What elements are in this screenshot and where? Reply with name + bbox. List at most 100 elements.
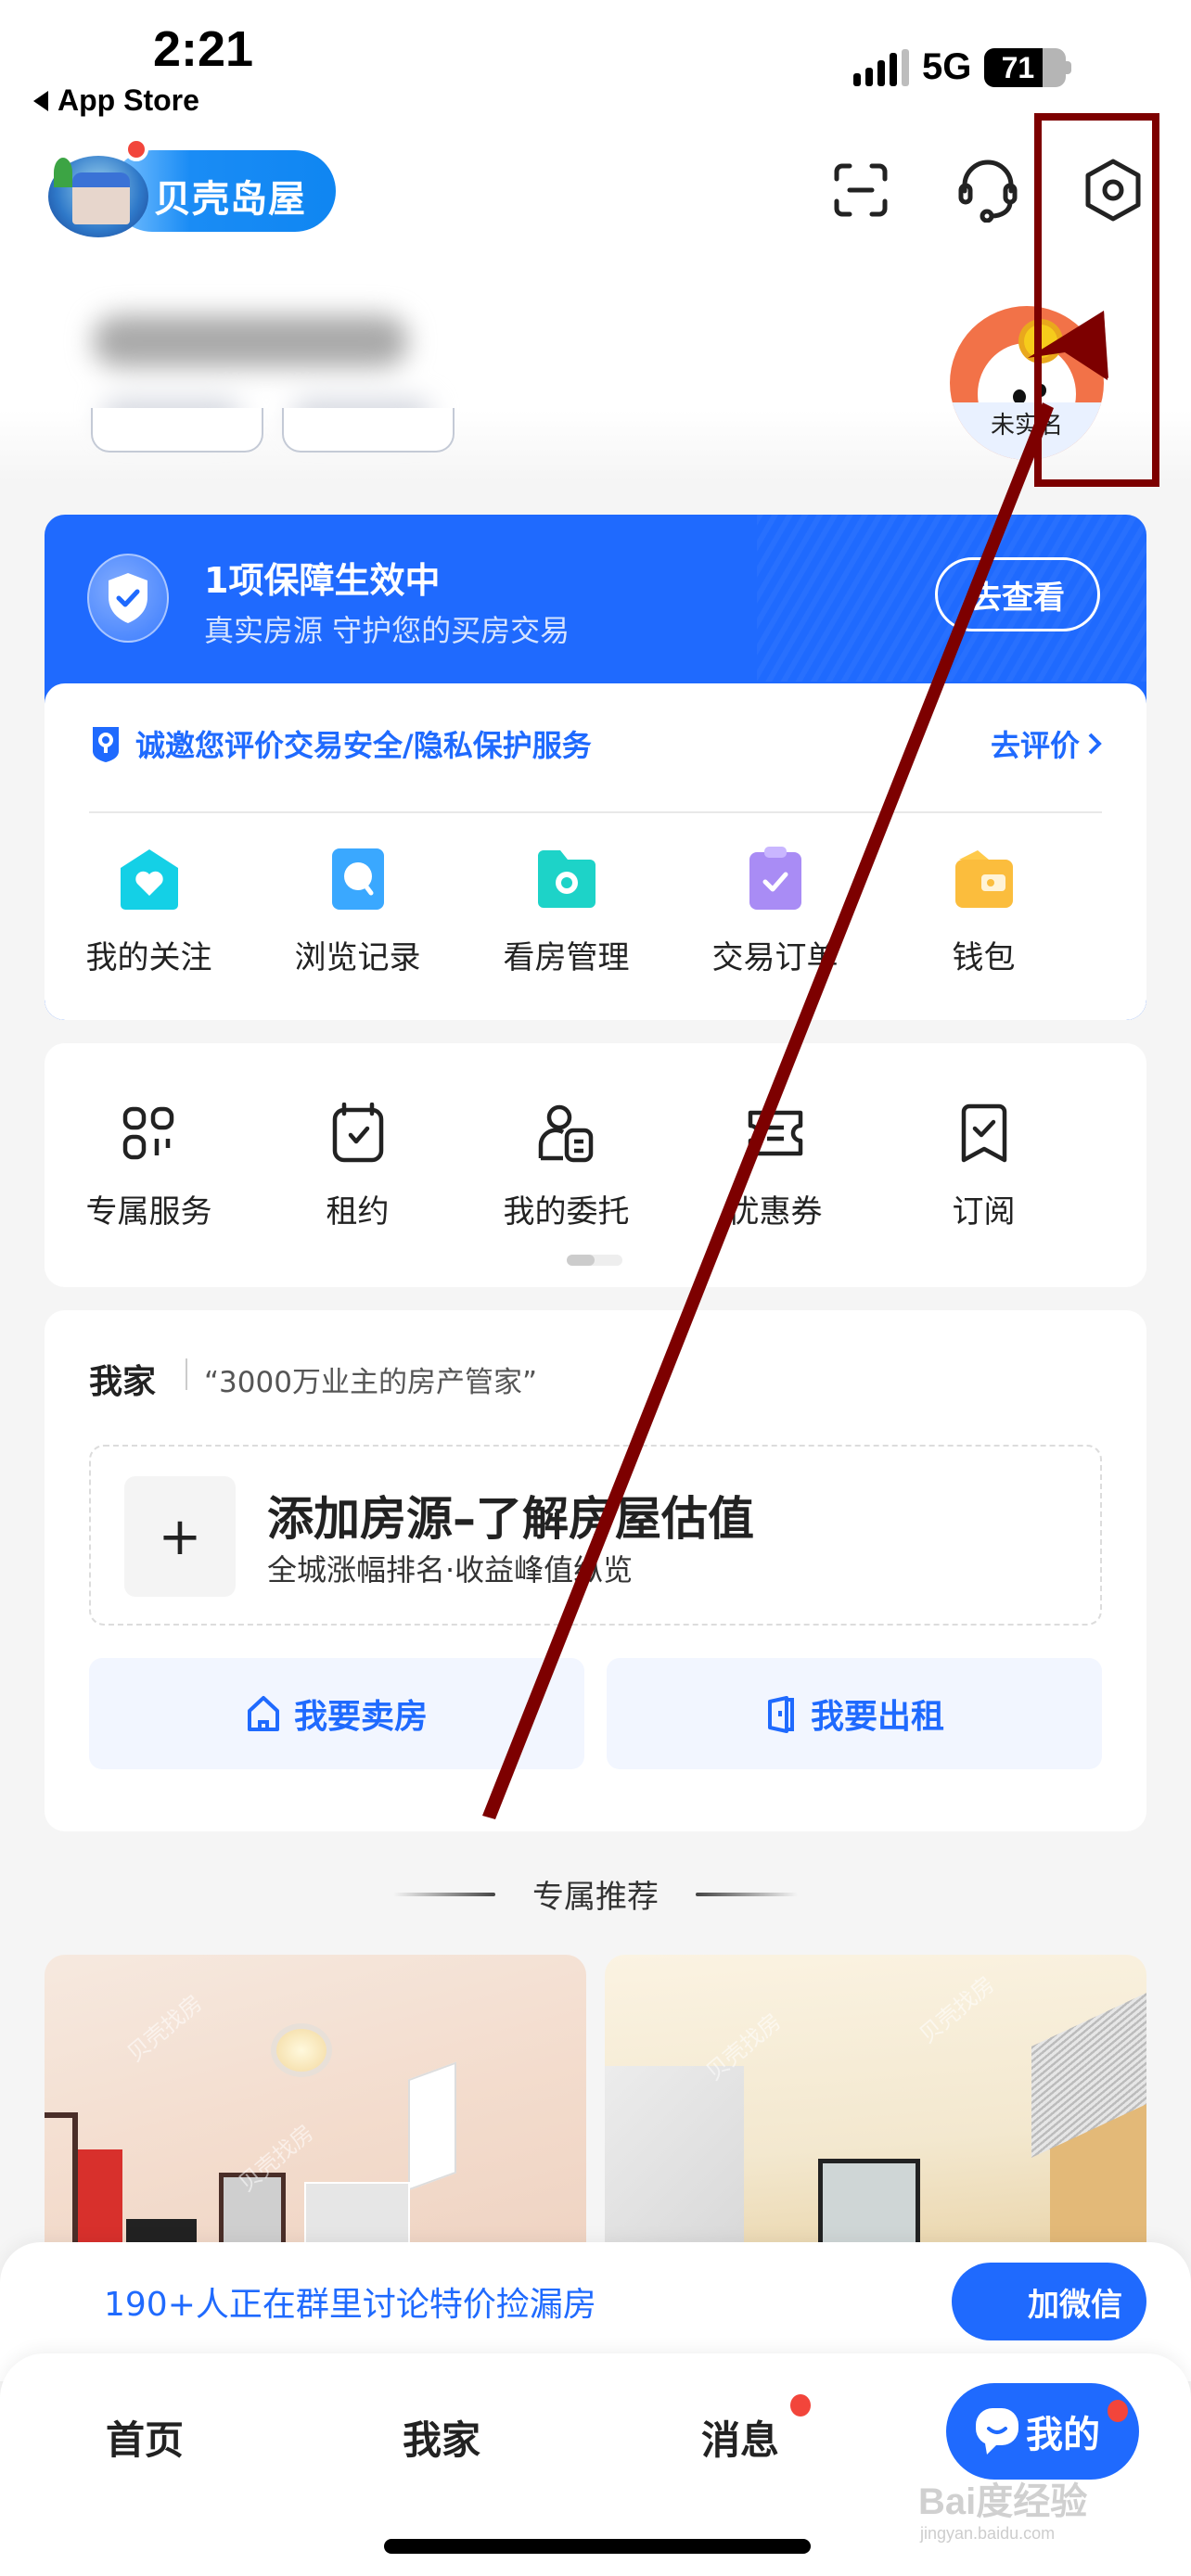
mascot-icon bbox=[976, 2408, 1018, 2455]
sell-house-label: 我要卖房 bbox=[293, 1698, 428, 1736]
tab-mine[interactable]: 我的 bbox=[946, 2383, 1139, 2480]
app-logo-badge[interactable]: 贝壳岛屋 bbox=[46, 128, 336, 239]
add-property-title: 添加房源–了解房屋估值 bbox=[267, 1492, 754, 1546]
sell-house-button[interactable]: 我要卖房 bbox=[89, 1658, 584, 1769]
recommend-header: 专属推荐 bbox=[0, 1871, 1191, 1917]
bookmark-check-icon bbox=[952, 1101, 1017, 1166]
rating-invite-text: 诚邀您评价交易安全/隐私保护服务 bbox=[135, 728, 592, 763]
wallet-icon bbox=[952, 847, 1017, 912]
service-subscribe[interactable]: 订阅 bbox=[879, 1101, 1088, 1231]
decor-line bbox=[393, 1892, 495, 1896]
service-exclusive[interactable]: 专属服务 bbox=[45, 1101, 253, 1231]
annotation-highlight-box bbox=[1034, 113, 1159, 487]
shortcut-viewing[interactable]: 看房管理 bbox=[462, 847, 671, 977]
recommend-title: 专属推荐 bbox=[532, 1879, 659, 1916]
shortcuts-panel: 诚邀您评价交易安全/隐私保护服务 去评价 我的关注 浏览记录 看房管理 交易订单… bbox=[45, 683, 1146, 1020]
profile-tag-1[interactable] bbox=[91, 408, 263, 453]
status-time: 2:21 bbox=[153, 21, 254, 77]
island-house-icon bbox=[48, 156, 148, 237]
services-grid: 专属服务 租约 我的委托 优惠券 订阅 bbox=[45, 1101, 1146, 1231]
tab-messages[interactable]: 消息 bbox=[701, 2409, 779, 2466]
rate-link-label: 去评价 bbox=[990, 728, 1080, 763]
shortcut-label: 浏览记录 bbox=[294, 939, 421, 976]
rent-out-button[interactable]: 我要出租 bbox=[607, 1658, 1102, 1769]
back-to-app-store[interactable]: App Store bbox=[33, 83, 199, 118]
services-card: 专属服务 租约 我的委托 优惠券 订阅 bbox=[45, 1043, 1146, 1287]
baidu-watermark-url: jingyan.baidu.com bbox=[920, 2524, 1056, 2543]
banner-text: 190+人正在群里讨论特价捡漏房 bbox=[104, 2286, 596, 2324]
service-entrust[interactable]: 我的委托 bbox=[462, 1101, 671, 1231]
door-frame bbox=[45, 2112, 78, 2261]
battery-icon: 71 bbox=[984, 47, 1072, 87]
person-doc-icon bbox=[534, 1101, 599, 1166]
shortcut-label: 我的关注 bbox=[85, 939, 212, 976]
service-label: 租约 bbox=[326, 1193, 390, 1231]
rate-link[interactable]: 去评价 bbox=[991, 722, 1102, 765]
listing-photo-1[interactable]: 贝壳找房 贝壳找房 bbox=[45, 1955, 586, 2261]
baidu-watermark: Bai度经验 bbox=[918, 2481, 1088, 2522]
service-lease[interactable]: 租约 bbox=[253, 1101, 462, 1231]
scan-icon bbox=[834, 163, 888, 217]
title-separator bbox=[186, 1358, 187, 1390]
heart-house-icon bbox=[117, 847, 182, 912]
back-triangle-icon bbox=[33, 90, 48, 111]
rating-invite-row[interactable]: 诚邀您评价交易安全/隐私保护服务 去评价 bbox=[89, 719, 1102, 769]
add-property-box[interactable]: + 添加房源–了解房屋估值 全城涨幅排名·收益峰值纵览 bbox=[89, 1445, 1102, 1626]
ticket-icon bbox=[743, 1101, 808, 1166]
scan-button[interactable] bbox=[828, 158, 893, 223]
service-label: 专属服务 bbox=[85, 1193, 212, 1231]
add-wechat-button[interactable]: 加微信 bbox=[952, 2263, 1146, 2340]
network-type: 5G bbox=[922, 46, 972, 87]
shortcut-label: 钱包 bbox=[952, 939, 1016, 976]
guarantee-title: 1项保障生效中 bbox=[204, 560, 441, 601]
listing-photo-2[interactable]: 贝壳找房 贝壳找房 bbox=[605, 1955, 1146, 2261]
search-history-icon bbox=[326, 847, 391, 912]
mine-badge bbox=[1108, 2400, 1128, 2422]
headset-icon bbox=[958, 159, 1018, 223]
location-shield-icon bbox=[93, 727, 119, 762]
tab-home[interactable]: 首页 bbox=[106, 2409, 184, 2466]
back-label: App Store bbox=[58, 83, 199, 117]
battery-percent: 71 bbox=[1001, 50, 1035, 84]
tab-my-home[interactable]: 我家 bbox=[403, 2409, 480, 2466]
home-indicator bbox=[384, 2539, 811, 2554]
service-coupons[interactable]: 优惠券 bbox=[671, 1101, 879, 1231]
rent-out-label: 我要出租 bbox=[810, 1698, 944, 1736]
air-conditioner bbox=[408, 2061, 456, 2191]
shortcut-history[interactable]: 浏览记录 bbox=[253, 847, 462, 977]
chevron-right-icon bbox=[1088, 733, 1102, 755]
customer-service-button[interactable] bbox=[955, 158, 1020, 223]
divider bbox=[89, 811, 1102, 813]
shortcut-wallet[interactable]: 钱包 bbox=[879, 847, 1088, 977]
profile-tag-2[interactable] bbox=[282, 408, 455, 453]
shortcut-favorites[interactable]: 我的关注 bbox=[45, 847, 253, 977]
service-label: 优惠券 bbox=[727, 1193, 823, 1231]
clipboard-check-icon bbox=[743, 847, 808, 912]
guarantee-subtitle: 真实房源 守护您的买房交易 bbox=[204, 613, 570, 648]
messages-badge bbox=[790, 2394, 811, 2417]
my-home-card: 我家 “3000万业主的房产管家” + 添加房源–了解房屋估值 全城涨幅排名·收… bbox=[45, 1310, 1146, 1831]
ceiling-lamp bbox=[276, 2029, 327, 2072]
page-indicator bbox=[567, 1255, 622, 1266]
house-icon bbox=[247, 1696, 279, 1731]
marble-wall bbox=[605, 2066, 744, 2261]
door-icon bbox=[767, 1696, 794, 1733]
home-section-title: 我家 bbox=[89, 1363, 157, 1401]
guarantee-card: 1项保障生效中 真实房源 守护您的买房交易 去查看 诚邀您评价交易安全/隐私保护… bbox=[45, 515, 1146, 1020]
shortcut-grid: 我的关注 浏览记录 看房管理 交易订单 钱包 bbox=[45, 847, 1146, 977]
folder-view-icon bbox=[534, 847, 599, 912]
notification-dot bbox=[124, 137, 148, 161]
calendar-check-icon bbox=[326, 1101, 391, 1166]
add-property-subtitle: 全城涨幅排名·收益峰值纵览 bbox=[267, 1552, 634, 1588]
service-label: 我的委托 bbox=[503, 1193, 630, 1231]
signal-icon bbox=[853, 48, 909, 86]
status-indicators: 5G 71 bbox=[853, 46, 1072, 88]
view-guarantee-button[interactable]: 去查看 bbox=[935, 557, 1100, 631]
shield-check-icon bbox=[87, 554, 169, 643]
logo-text: 贝壳岛屋 bbox=[154, 178, 306, 221]
shortcut-orders[interactable]: 交易订单 bbox=[671, 847, 879, 977]
photo-watermark: 贝壳找房 bbox=[914, 1970, 1000, 2048]
decor-line bbox=[696, 1892, 798, 1896]
plus-icon: + bbox=[124, 1476, 236, 1597]
home-slogan: “3000万业主的房产管家” bbox=[204, 1366, 538, 1399]
